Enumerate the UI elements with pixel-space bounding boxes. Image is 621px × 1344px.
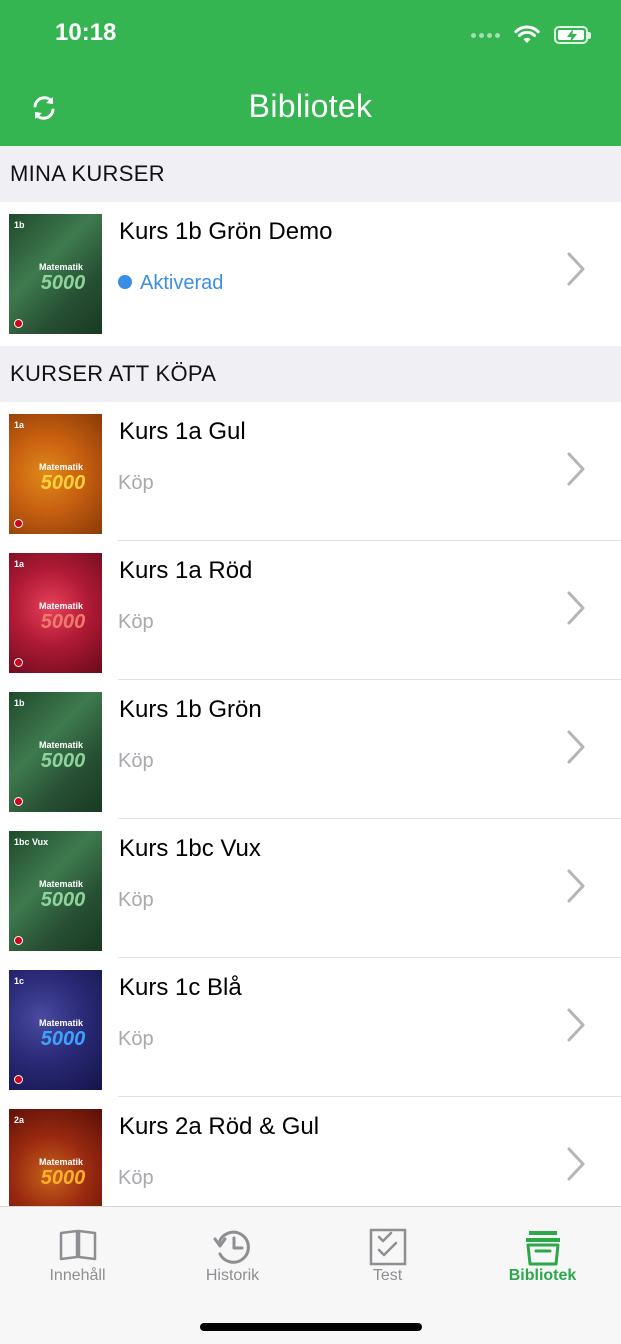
cover-brand: Matematik <box>38 1018 83 1028</box>
home-indicator[interactable] <box>200 1323 422 1331</box>
course-cover: 1a Matematik 5000 <box>9 553 102 673</box>
signal-icon <box>471 32 500 38</box>
course-row-kurs-1b-gron[interactable]: 1b Matematik 5000 Kurs 1b Grön Köp <box>0 680 621 819</box>
cover-number: 5000 <box>40 750 86 772</box>
cover-brand: Matematik <box>38 879 83 889</box>
archive-icon <box>526 1231 560 1266</box>
cover-number: 5000 <box>40 472 86 494</box>
cover-brand: Matematik <box>38 262 83 272</box>
cover-number: 5000 <box>40 889 86 911</box>
section-header-my-courses: MINA KURSER <box>0 146 621 202</box>
status-indicators <box>471 22 591 48</box>
course-row-kurs-1a-gul[interactable]: 1a Matematik 5000 Kurs 1a Gul Köp <box>0 402 621 541</box>
course-cover: 1b Matematik 5000 <box>9 692 102 812</box>
tab-test[interactable]: Test <box>310 1207 465 1297</box>
cover-grade: 1a <box>14 420 25 430</box>
course-cover: 1b Matematik 5000 <box>9 214 102 334</box>
course-cover: 1a Matematik 5000 <box>9 414 102 534</box>
chevron-right-icon <box>567 452 585 486</box>
cover-brand: Matematik <box>38 462 83 472</box>
wifi-icon <box>514 25 540 43</box>
publisher-logo-icon <box>14 1075 23 1084</box>
publisher-logo-icon <box>14 797 23 806</box>
course-row-kurs-1a-rod[interactable]: 1a Matematik 5000 Kurs 1a Röd Köp <box>0 541 621 680</box>
tab-innehall[interactable]: Innehåll <box>0 1207 155 1297</box>
cover-brand: Matematik <box>38 1157 83 1167</box>
tab-label: Historik <box>205 1267 260 1284</box>
buy-label: Köp <box>118 750 154 772</box>
course-row-kurs-1b-gron-demo[interactable]: 1b Matematik 5000 Kurs 1b Grön Demo Akti… <box>0 202 621 341</box>
status-dot-icon <box>118 275 132 290</box>
cover-grade: 1a <box>14 559 25 569</box>
tab-label: Innehåll <box>49 1267 106 1284</box>
publisher-logo-icon <box>14 658 23 667</box>
cover-grade: 1b <box>14 220 25 230</box>
course-title: Kurs 1a Gul <box>119 418 246 445</box>
status-time: 10:18 <box>55 19 117 46</box>
cover-number: 5000 <box>40 1028 86 1050</box>
tab-label: Test <box>372 1267 403 1284</box>
cover-grade: 1bc Vux <box>14 837 49 847</box>
checklist-icon <box>369 1228 407 1266</box>
chevron-right-icon <box>567 1008 585 1042</box>
course-cover: 1c Matematik 5000 <box>9 970 102 1090</box>
publisher-logo-icon <box>14 519 23 528</box>
chevron-right-icon <box>567 252 585 286</box>
cover-number: 5000 <box>40 611 86 633</box>
course-cover: 1bc Vux Matematik 5000 <box>9 831 102 951</box>
course-title: Kurs 1b Grön <box>119 696 262 723</box>
cover-number: 5000 <box>40 1167 86 1189</box>
page-title: Bibliotek <box>248 88 373 124</box>
cover-brand: Matematik <box>38 601 83 611</box>
buy-label: Köp <box>118 472 154 494</box>
chevron-right-icon <box>567 591 585 625</box>
course-title: Kurs 1c Blå <box>119 974 242 1001</box>
course-title: Kurs 1bc Vux <box>119 835 261 862</box>
buy-label: Köp <box>118 1028 154 1050</box>
course-title: Kurs 1a Röd <box>119 557 253 584</box>
cover-grade: 2a <box>14 1115 25 1125</box>
course-title: Kurs 1b Grön Demo <box>119 218 333 245</box>
buy-label: Köp <box>118 1167 154 1189</box>
publisher-logo-icon <box>14 936 23 945</box>
publisher-logo-icon <box>14 319 23 328</box>
section-header-buy-courses: KURSER ATT KÖPA <box>0 346 621 402</box>
buy-label: Köp <box>118 889 154 911</box>
history-icon <box>213 1230 250 1264</box>
chevron-right-icon <box>567 730 585 764</box>
tab-historik[interactable]: Historik <box>155 1207 310 1297</box>
chevron-right-icon <box>567 1147 585 1181</box>
chevron-right-icon <box>567 869 585 903</box>
navigation-bar: 10:18 Bibliotek <box>0 0 621 146</box>
tab-bibliotek[interactable]: Bibliotek <box>465 1207 620 1297</box>
cover-grade: 1c <box>14 976 25 986</box>
course-title: Kurs 2a Röd & Gul <box>119 1113 320 1140</box>
cover-grade: 1b <box>14 698 25 708</box>
course-row-kurs-1c-bla[interactable]: 1c Matematik 5000 Kurs 1c Blå Köp <box>0 958 621 1097</box>
battery-icon <box>554 26 591 44</box>
buy-label: Köp <box>118 611 154 633</box>
cover-number: 5000 <box>40 272 86 294</box>
book-icon <box>59 1229 97 1261</box>
status-badge: Aktiverad <box>118 272 223 295</box>
course-row-kurs-1bc-vux[interactable]: 1bc Vux Matematik 5000 Kurs 1bc Vux Köp <box>0 819 621 958</box>
cover-brand: Matematik <box>38 740 83 750</box>
tab-label: Bibliotek <box>508 1267 577 1284</box>
status-label: Aktiverad <box>140 272 224 294</box>
